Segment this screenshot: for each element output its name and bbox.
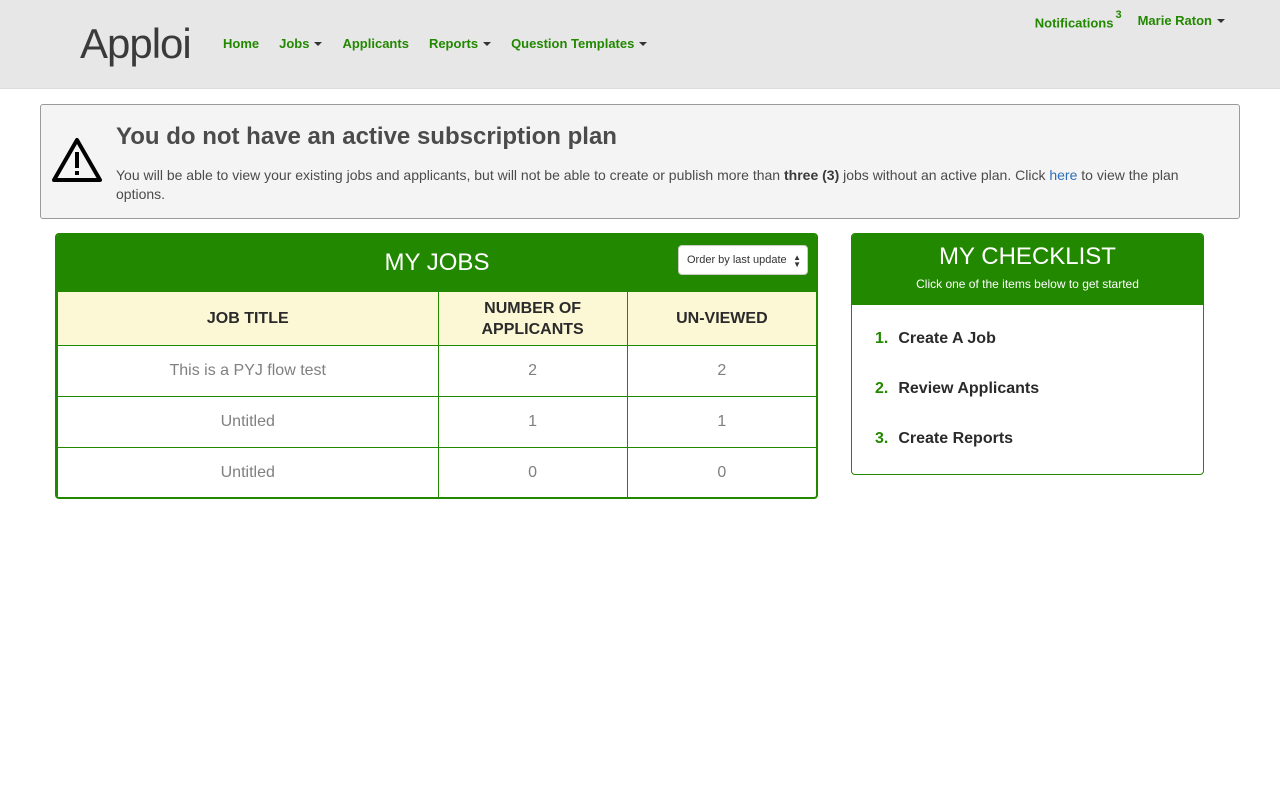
- nav-jobs-label: Jobs: [279, 36, 310, 51]
- checklist-item-review-applicants[interactable]: 2. Review Applicants: [875, 380, 1039, 430]
- table-row[interactable]: Untitled 1 1: [57, 396, 816, 448]
- my-jobs-panel: MY JOBS Order by last update ▲ ▼ JOB TITL…: [55, 233, 818, 499]
- logo-text: Apploi: [80, 20, 192, 67]
- caret-down-icon: [639, 41, 648, 46]
- checklist-item-label: Create A Job: [898, 330, 996, 347]
- unviewed-count-cell: 1: [626, 396, 816, 448]
- my-checklist-title: MY CHECKLIST: [939, 243, 1116, 270]
- select-arrows-icon: ▲ ▼: [793, 253, 801, 269]
- unviewed-count-cell: 2: [626, 345, 816, 397]
- notifications-label: Notifications: [1034, 15, 1114, 31]
- notifications-count-badge: 3: [1115, 9, 1122, 21]
- caret-down-icon: [1217, 18, 1225, 23]
- alert-body-text: jobs without an active plan. Click: [839, 167, 1050, 183]
- nav-home[interactable]: Home: [223, 36, 259, 51]
- checklist-item-label: Review Applicants: [898, 380, 1040, 397]
- nav-jobs-dropdown[interactable]: Jobs: [279, 36, 323, 51]
- nav-reports-label: Reports: [428, 36, 479, 51]
- unviewed-count-cell: 0: [626, 447, 816, 497]
- table-row[interactable]: Untitled 0 0: [57, 447, 816, 497]
- nav-question-templates-label: Question Templates: [511, 36, 635, 51]
- view-plans-link[interactable]: here: [1049, 167, 1077, 183]
- order-by-select[interactable]: Order by last update ▲ ▼: [678, 245, 808, 275]
- user-menu-dropdown[interactable]: Marie Raton: [1138, 13, 1225, 28]
- nav-applicants[interactable]: Applicants: [342, 36, 408, 51]
- nav-applicants-label: Applicants: [342, 36, 409, 51]
- apploi-logo[interactable]: Apploi: [80, 20, 192, 67]
- job-title-cell[interactable]: This is a PYJ flow test: [57, 345, 439, 397]
- column-header-number-of-applicants: NUMBER OF APPLICANTS: [437, 291, 628, 346]
- caret-down-icon: [483, 41, 492, 46]
- applicants-count-cell: 0: [437, 447, 628, 497]
- my-checklist-panel: MY CHECKLIST Click one of the items belo…: [851, 233, 1204, 475]
- checklist-item-number: 2.: [875, 380, 889, 397]
- nav-right: Notifications3 Marie Raton: [1034, 9, 1225, 31]
- checklist-item-number: 3.: [875, 430, 889, 447]
- warning-icon: [51, 137, 103, 188]
- checklist-items: 1. Create A Job 2. Review Applicants 3. …: [875, 330, 1039, 474]
- caret-down-icon: [314, 41, 323, 46]
- checklist-item-create-job[interactable]: 1. Create A Job: [875, 330, 1039, 380]
- nav-question-templates-dropdown[interactable]: Question Templates: [511, 36, 648, 51]
- jobs-table: JOB TITLE NUMBER OF APPLICANTS UN-VIEWED…: [57, 291, 816, 497]
- nav-links: Home Jobs Applicants Reports Question Te…: [223, 36, 667, 51]
- column-header-unviewed: UN-VIEWED: [626, 291, 816, 346]
- applicants-count-cell: 2: [437, 345, 628, 397]
- checklist-item-number: 1.: [875, 330, 889, 347]
- my-jobs-header: MY JOBS Order by last update ▲ ▼: [57, 235, 816, 291]
- navbar: Apploi Home Jobs Applicants Reports Ques…: [0, 0, 1280, 89]
- user-name: Marie Raton: [1137, 13, 1212, 28]
- order-by-value: Order by last update: [687, 254, 787, 266]
- alert-body-bold: three (3): [784, 167, 840, 183]
- job-title-cell[interactable]: Untitled: [57, 447, 439, 497]
- alert-body: You will be able to view your existing j…: [116, 166, 1216, 204]
- subscription-alert: You do not have an active subscription p…: [40, 104, 1240, 219]
- alert-body-text: You will be able to view your existing j…: [116, 167, 784, 183]
- applicants-count-cell: 1: [437, 396, 628, 448]
- alert-title: You do not have an active subscription p…: [116, 123, 617, 150]
- my-checklist-header: MY CHECKLIST Click one of the items belo…: [852, 234, 1203, 305]
- job-title-cell[interactable]: Untitled: [57, 396, 439, 448]
- checklist-item-label: Create Reports: [898, 430, 1014, 447]
- table-row[interactable]: This is a PYJ flow test 2 2: [57, 345, 816, 397]
- checklist-item-create-reports[interactable]: 3. Create Reports: [875, 430, 1039, 474]
- notifications-link[interactable]: Notifications3: [1034, 9, 1122, 31]
- nav-reports-dropdown[interactable]: Reports: [428, 36, 492, 51]
- nav-home-label: Home: [223, 36, 260, 51]
- my-checklist-subtitle: Click one of the items below to get star…: [916, 277, 1139, 291]
- column-header-job-title: JOB TITLE: [57, 291, 439, 346]
